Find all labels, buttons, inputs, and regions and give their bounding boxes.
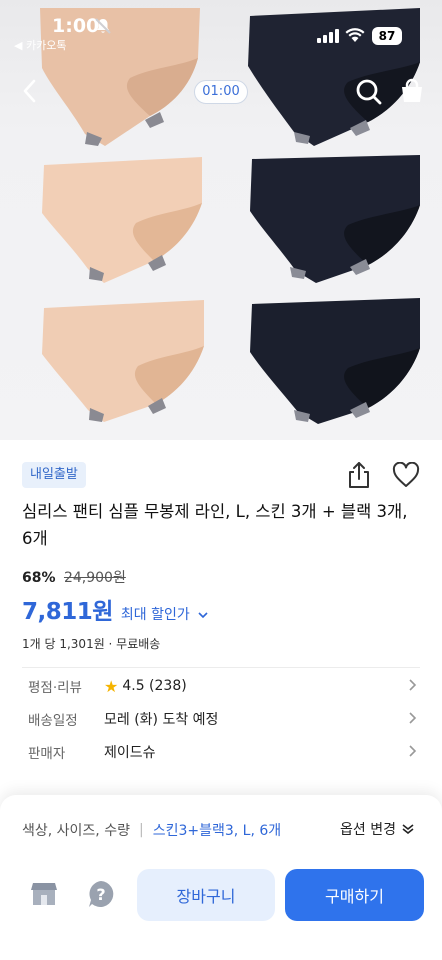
option-value: 스킨3+블랙3, L, 6개 [152,823,282,839]
max-discount-toggle[interactable]: 최대 할인가 [121,604,208,624]
wifi-icon [345,27,365,43]
detail-value: 제이드슈 [104,745,156,761]
back-icon[interactable] [18,78,44,104]
battery-indicator: 87 [372,27,402,45]
option-change-button[interactable]: 옵션 변경 [340,819,414,839]
sale-price: 7,811원 [22,599,113,625]
status-time: 1:00 [52,15,100,37]
detail-value: 모레 (화) 도착 예정 [104,712,219,728]
shopping-bag-icon[interactable] [399,78,425,104]
video-timer[interactable]: 01:00 [194,80,248,104]
black-brief-image [246,155,426,285]
skin-brief-image [34,300,214,425]
heart-icon[interactable] [392,461,420,488]
rating-value: 4.5 (238) [122,678,187,694]
chevron-right-icon [408,710,418,726]
option-change-label: 옵션 변경 [340,822,396,838]
status-bar: 1:00 ◀ 카카오톡 87 [0,0,442,54]
max-discount-label: 최대 할인가 [120,607,190,623]
share-icon[interactable] [346,460,372,490]
product-image[interactable]: 1:00 ◀ 카카오톡 87 01:00 [0,0,442,440]
detail-value: ★ 4.5 (238) [104,677,187,696]
price-row: 7,811원 최대 할인가 [22,592,208,626]
detail-row-rating[interactable]: 평점·리뷰 ★ 4.5 (238) [28,674,420,698]
option-label: 색상, 사이즈, 수량 [22,823,130,839]
discount-row: 68% 24,900원 [22,567,126,587]
delivery-badge: 내일출발 [22,462,86,488]
chevron-down-icon [198,612,208,619]
detail-row-delivery[interactable]: 배송일정 모레 (화) 도착 예정 [28,707,420,731]
add-to-cart-button[interactable]: 장바구니 [137,869,275,921]
buy-now-button[interactable]: 구매하기 [285,869,424,921]
chevron-right-icon [408,743,418,759]
svg-text:?: ? [96,885,105,904]
back-to-app-link[interactable]: ◀ 카카오톡 [14,37,66,53]
chevron-down-icon [402,824,414,834]
discount-rate: 68% [22,570,56,586]
bell-off-icon [94,17,112,35]
star-icon: ★ [104,676,119,696]
detail-row-seller[interactable]: 판매자 제이드슈 [28,740,420,764]
help-icon[interactable]: ? [86,879,116,909]
black-brief-image [246,298,426,426]
option-separator: | [138,822,144,838]
search-icon[interactable] [355,78,383,106]
signal-icon [317,28,339,43]
divider [22,667,420,668]
chevron-right-icon [408,677,418,693]
detail-label: 배송일정 [28,713,78,729]
skin-brief-image [32,155,212,285]
unit-price-shipping: 1개 당 1,301원 · 무료배송 [22,637,161,651]
store-icon[interactable] [30,881,58,907]
option-summary[interactable]: 색상, 사이즈, 수량 | 스킨3+블랙3, L, 6개 옵션 변경 [22,819,420,841]
product-title: 심리스 팬티 심플 무봉제 라인, L, 스킨 3개 + 블랙 3개, 6개 [22,502,408,548]
detail-label: 평점·리뷰 [28,680,82,696]
purchase-sheet: 색상, 사이즈, 수량 | 스킨3+블랙3, L, 6개 옵션 변경 ? 장바구… [0,795,442,960]
original-price: 24,900원 [63,570,126,586]
detail-label: 판매자 [28,746,66,762]
